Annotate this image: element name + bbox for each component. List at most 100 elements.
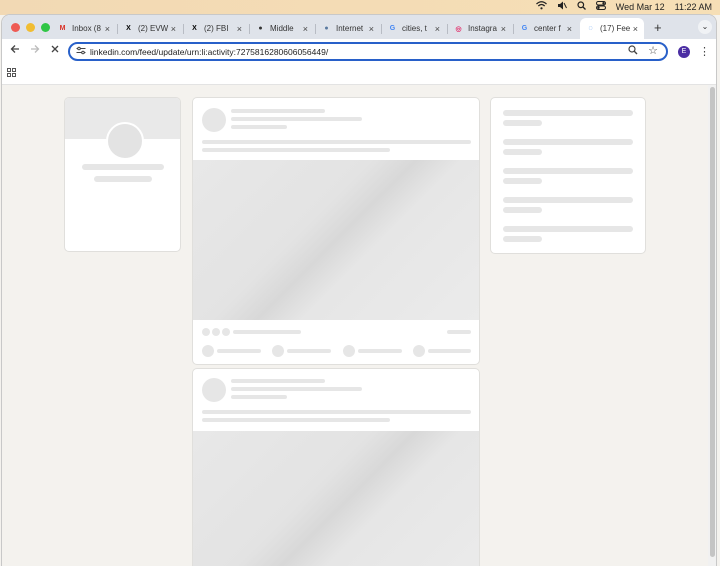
tab-strip: M Inbox (8 × X (2) EVW × X (2) FBI × ● Middle × ● Int… [2, 15, 716, 39]
close-tab-icon[interactable]: × [237, 24, 242, 34]
tab-separator [513, 24, 514, 34]
scrollbar-thumb[interactable] [710, 87, 715, 557]
tab-6[interactable]: ◎ Instagra × [448, 18, 512, 39]
skeleton-line [503, 226, 633, 232]
skeleton-line [233, 330, 301, 334]
zoom-icon[interactable] [628, 45, 638, 58]
skeleton-line [428, 349, 471, 353]
new-tab-button[interactable]: + [654, 20, 662, 35]
tab-4[interactable]: ● Internet × [316, 18, 380, 39]
close-tab-icon[interactable]: × [105, 24, 110, 34]
address-bar[interactable]: linkedin.com/feed/update/urn:li:activity… [68, 42, 668, 61]
tab-separator [447, 24, 448, 34]
skeleton-line [231, 125, 287, 129]
tab-3[interactable]: ● Middle × [250, 18, 314, 39]
maximize-window-button[interactable] [41, 23, 50, 32]
bookmark-star-icon[interactable]: ☆ [648, 44, 658, 57]
skeleton-line [94, 176, 152, 182]
control-center-icon[interactable] [595, 1, 606, 12]
skeleton-line [202, 148, 390, 152]
news-card-skeleton [490, 97, 646, 254]
action-placeholder [202, 345, 214, 357]
x-icon: X [126, 25, 131, 32]
browser-window: M Inbox (8 × X (2) EVW × X (2) FBI × ● Middle × ● Int… [2, 15, 716, 566]
page-scrollbar[interactable] [708, 85, 716, 566]
tab-1[interactable]: X (2) EVW × [118, 18, 182, 39]
more-menu-icon[interactable]: ⋮ [699, 45, 710, 58]
close-tab-icon[interactable]: × [171, 24, 176, 34]
site-settings-icon[interactable] [76, 46, 86, 57]
skeleton-line [217, 349, 261, 353]
tab-5[interactable]: Gcities, t × [382, 18, 446, 39]
tab-2[interactable]: X (2) FBI × [184, 18, 248, 39]
skeleton-line [503, 149, 542, 155]
url-text[interactable]: linkedin.com/feed/update/urn:li:activity… [90, 47, 328, 57]
x-icon: X [192, 25, 197, 32]
browser-toolbar: linkedin.com/feed/update/urn:li:activity… [2, 39, 716, 65]
tab-separator [315, 24, 316, 34]
page-content [2, 85, 716, 566]
skeleton-line [287, 349, 331, 353]
apps-grid-icon[interactable] [7, 68, 16, 77]
gmail-icon: M [59, 25, 66, 32]
wifi-icon[interactable] [535, 1, 547, 12]
avatar-placeholder [106, 122, 144, 160]
tab-search-chevron-icon[interactable]: ⌄ [698, 20, 712, 34]
action-placeholder [343, 345, 355, 357]
post-image-placeholder [193, 160, 479, 320]
skeleton-line [503, 110, 633, 116]
google-icon: G [389, 25, 396, 32]
close-tab-icon[interactable]: × [303, 24, 308, 34]
skeleton-line [503, 178, 542, 184]
forward-arrow-icon[interactable] [30, 44, 40, 57]
skeleton-line [202, 410, 471, 414]
close-window-button[interactable] [11, 23, 20, 32]
reaction-placeholder [222, 328, 230, 336]
window-controls [11, 23, 50, 32]
skeleton-line [503, 207, 542, 213]
author-avatar-placeholder [202, 108, 226, 132]
skeleton-line [503, 168, 633, 174]
tab-separator [381, 24, 382, 34]
minimize-window-button[interactable] [26, 23, 35, 32]
menubar-date[interactable]: Wed Mar 12 [616, 2, 665, 12]
close-tab-icon[interactable]: × [567, 24, 572, 34]
globe-icon: ● [324, 25, 329, 32]
close-tab-icon[interactable]: × [435, 24, 440, 34]
back-arrow-icon[interactable] [10, 44, 20, 57]
macos-menubar: Wed Mar 12 11:22 AM [0, 0, 720, 15]
action-placeholder [272, 345, 284, 357]
action-placeholder [413, 345, 425, 357]
close-tab-icon[interactable]: × [501, 24, 506, 34]
post-card-skeleton [192, 97, 480, 365]
profile-card-skeleton [64, 97, 181, 252]
skeleton-line [358, 349, 402, 353]
menubar-time[interactable]: 11:22 AM [675, 2, 712, 12]
google-icon: G [521, 25, 528, 32]
stop-loading-icon[interactable] [50, 44, 60, 57]
bookmarks-bar [2, 65, 716, 85]
author-avatar-placeholder [202, 378, 226, 402]
skeleton-line [231, 395, 287, 399]
profile-avatar[interactable]: E [678, 46, 690, 58]
tab-8[interactable]: ◌ (17) Fee × [580, 18, 644, 39]
tab-separator [249, 24, 250, 34]
search-icon[interactable] [577, 1, 586, 12]
close-tab-icon[interactable]: × [369, 24, 374, 34]
skeleton-line [503, 197, 633, 203]
tab-7[interactable]: Gcenter f × [514, 18, 578, 39]
close-tab-icon[interactable]: × [633, 24, 638, 34]
reaction-placeholder [212, 328, 220, 336]
skeleton-line [503, 120, 542, 126]
tab-separator [117, 24, 118, 34]
post-image-placeholder [193, 431, 479, 566]
skeleton-line [231, 379, 325, 383]
tab-separator [183, 24, 184, 34]
skeleton-line [82, 164, 164, 170]
skeleton-line [202, 140, 471, 144]
mute-icon[interactable] [557, 1, 567, 12]
tab-0[interactable]: M Inbox (8 × [52, 18, 116, 39]
post-card-skeleton [192, 368, 480, 566]
skeleton-line [231, 387, 362, 391]
skeleton-line [231, 109, 325, 113]
